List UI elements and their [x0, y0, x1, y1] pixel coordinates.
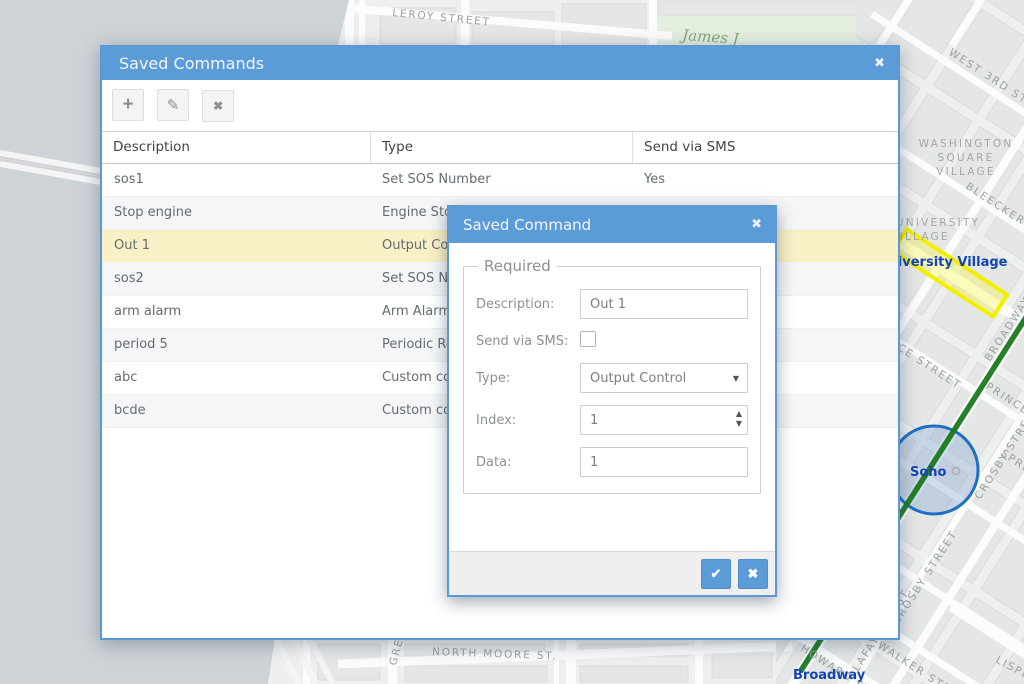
type-label: Type:	[476, 371, 580, 386]
saved-command-footer: ✔ ✖	[449, 551, 775, 595]
close-icon[interactable]: ✖	[874, 47, 885, 80]
soho-label: Soho	[910, 465, 947, 480]
type-select-value: Output Control	[590, 371, 686, 386]
pencil-icon: ✎	[167, 96, 180, 114]
add-command-button[interactable]: +	[112, 89, 144, 121]
delete-command-button[interactable]: ✖	[202, 90, 234, 122]
column-type[interactable]: Type	[370, 132, 632, 163]
svg-text:VILLAGE: VILLAGE	[936, 166, 995, 178]
cell-description: bcde	[102, 395, 370, 427]
description-label: Description:	[476, 297, 580, 312]
checkmark-icon: ✔	[711, 566, 722, 582]
broadway-label: Broadway	[793, 668, 866, 683]
svg-text:UNIVERSITY: UNIVERSITY	[896, 217, 980, 229]
saved-commands-title: Saved Commands	[119, 54, 264, 73]
required-legend: Required	[478, 257, 557, 275]
saved-command-dialog: Saved Command ✖ Required Description: Se…	[447, 205, 777, 597]
spinner-up-icon[interactable]: ▲	[736, 409, 742, 419]
cell-description: Out 1	[102, 230, 370, 262]
required-fieldset: Required Description: Send via SMS: Type…	[463, 257, 761, 494]
cell-description: Stop engine	[102, 197, 370, 229]
edit-command-button[interactable]: ✎	[157, 89, 189, 121]
spinner-down-icon[interactable]: ▼	[736, 419, 742, 429]
send-via-sms-label: Send via SMS:	[476, 334, 580, 349]
saved-command-form: Required Description: Send via SMS: Type…	[449, 243, 775, 551]
type-select[interactable]: Output Control ▼	[580, 363, 748, 393]
saved-command-header[interactable]: Saved Command ✖	[449, 207, 775, 243]
description-field[interactable]	[580, 289, 748, 319]
svg-text:WASHINGTON: WASHINGTON	[919, 138, 1014, 150]
send-via-sms-checkbox[interactable]	[580, 331, 596, 347]
data-label: Data:	[476, 455, 580, 470]
cell-description: sos1	[102, 164, 370, 196]
cell-description: sos2	[102, 263, 370, 295]
table-row[interactable]: sos1 Set SOS Number Yes	[102, 164, 898, 197]
data-field[interactable]	[580, 447, 748, 477]
saved-commands-header[interactable]: Saved Commands ✖	[102, 47, 898, 80]
cell-type: Set SOS Number	[370, 164, 632, 196]
svg-text:SQUARE: SQUARE	[938, 152, 995, 164]
cell-description: abc	[102, 362, 370, 394]
cell-description: period 5	[102, 329, 370, 361]
saved-command-title: Saved Command	[463, 216, 591, 234]
index-label: Index:	[476, 413, 580, 428]
column-send-via-sms[interactable]: Send via SMS	[632, 132, 898, 163]
plus-icon: +	[122, 94, 133, 116]
cancel-button[interactable]: ✖	[738, 559, 768, 589]
close-icon[interactable]: ✖	[751, 207, 762, 243]
delete-icon: ✖	[213, 99, 223, 113]
commands-toolbar: + ✎ ✖	[102, 80, 898, 131]
x-icon: ✖	[748, 566, 759, 582]
commands-table-header: Description Type Send via SMS	[102, 131, 898, 164]
cell-description: arm alarm	[102, 296, 370, 328]
confirm-button[interactable]: ✔	[701, 559, 731, 589]
index-spinner[interactable]: ▲ ▼	[736, 409, 742, 429]
cell-send-via-sms: Yes	[632, 164, 898, 196]
column-description[interactable]: Description	[102, 132, 370, 163]
index-field[interactable]	[580, 405, 748, 435]
chevron-down-icon: ▼	[733, 374, 739, 383]
